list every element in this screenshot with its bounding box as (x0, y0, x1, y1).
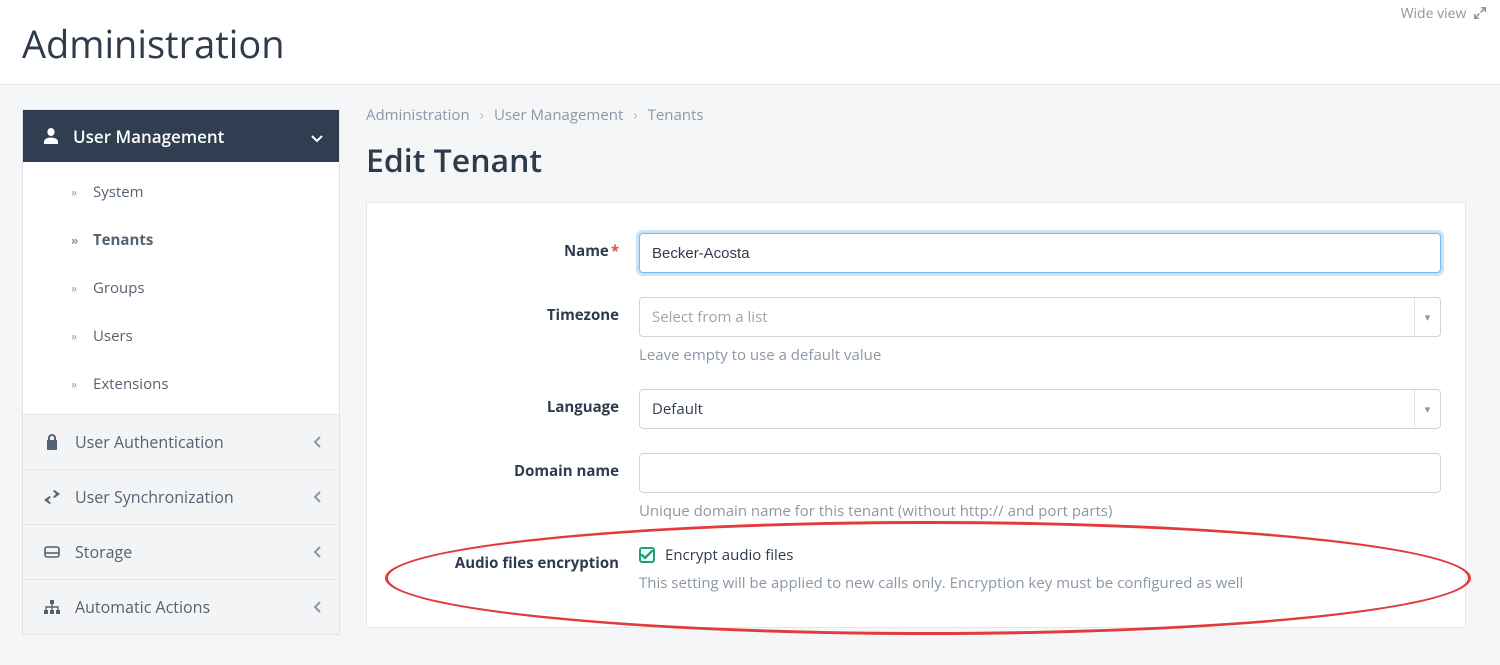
sidebar-section-storage[interactable]: Storage (23, 524, 339, 579)
required-marker: * (611, 241, 619, 261)
caret-down-icon: ▾ (1414, 298, 1440, 336)
raquo-icon: » (71, 376, 77, 393)
breadcrumb-sep: › (480, 105, 485, 125)
timezone-placeholder: Select from a list (652, 307, 768, 327)
breadcrumb: Administration › User Management › Tenan… (366, 105, 1466, 125)
label-domain: Domain name (391, 453, 639, 481)
wide-view-toggle[interactable]: Wide view (1401, 4, 1486, 23)
form-card: Name* Timezone Select from a list ▾ Leav… (366, 202, 1466, 628)
breadcrumb-tenants: Tenants (648, 105, 704, 125)
sidebar-section-user-management[interactable]: User Management (23, 110, 339, 162)
encryption-help: This setting will be applied to new call… (639, 573, 1441, 593)
breadcrumb-user-management[interactable]: User Management (494, 105, 623, 125)
sidebar-item-label: Extensions (93, 374, 168, 394)
sidebar-item-label: System (93, 182, 144, 202)
sidebar-section-label: User Authentication (75, 431, 224, 453)
raquo-icon: » (71, 280, 77, 297)
sidebar-item-label: Users (93, 326, 133, 346)
sidebar-item-system[interactable]: » System (23, 168, 339, 216)
name-input[interactable] (639, 233, 1441, 273)
breadcrumb-administration[interactable]: Administration (366, 105, 470, 125)
language-select[interactable]: Default ▾ (639, 389, 1441, 429)
page-title: Edit Tenant (366, 139, 1466, 182)
sidebar-section-user-synchronization[interactable]: User Synchronization (23, 469, 339, 524)
domain-input[interactable] (639, 453, 1441, 493)
chevron-left-icon (313, 541, 321, 563)
sidebar-header-label: User Management (73, 125, 224, 148)
sidebar-section-user-authentication[interactable]: User Authentication (23, 414, 339, 469)
chevron-down-icon (311, 125, 323, 148)
caret-down-icon: ▾ (1414, 390, 1440, 428)
sidebar-item-label: Groups (93, 278, 145, 298)
sidebar-item-groups[interactable]: » Groups (23, 264, 339, 312)
encrypt-audio-label: Encrypt audio files (665, 545, 793, 565)
label-encryption: Audio files encryption (391, 545, 639, 573)
chevron-left-icon (313, 596, 321, 618)
sidebar-section-label: User Synchronization (75, 486, 234, 508)
raquo-icon: » (71, 232, 78, 249)
label-timezone: Timezone (391, 297, 639, 325)
wide-view-label: Wide view (1401, 4, 1467, 23)
sidebar-item-extensions[interactable]: » Extensions (23, 360, 339, 408)
sidebar-section-label: Automatic Actions (75, 596, 210, 618)
page-title-top: Administration (0, 0, 1500, 70)
language-value: Default (652, 399, 703, 419)
encrypt-audio-checkbox[interactable]: Encrypt audio files (639, 545, 1441, 565)
sitemap-icon (41, 600, 63, 614)
user-icon (41, 128, 61, 144)
label-language: Language (391, 389, 639, 417)
lock-icon (41, 434, 63, 450)
expand-icon (1474, 7, 1486, 19)
sidebar-section-automatic-actions[interactable]: Automatic Actions (23, 579, 339, 634)
storage-icon (41, 546, 63, 558)
sync-icon (41, 490, 63, 504)
sidebar-item-label: Tenants (93, 230, 153, 250)
sidebar-section-label: Storage (75, 541, 132, 563)
sidebar: User Management » System » Tenants » Groups… (22, 109, 340, 635)
sidebar-item-tenants[interactable]: » Tenants (23, 216, 339, 264)
domain-help: Unique domain name for this tenant (with… (639, 501, 1441, 521)
breadcrumb-sep: › (633, 105, 638, 125)
chevron-left-icon (313, 486, 321, 508)
label-name: Name* (391, 233, 639, 261)
raquo-icon: » (71, 328, 77, 345)
chevron-left-icon (313, 431, 321, 453)
sidebar-item-users[interactable]: » Users (23, 312, 339, 360)
timezone-help: Leave empty to use a default value (639, 345, 1441, 365)
raquo-icon: » (71, 184, 77, 201)
checkbox-checked-icon (639, 547, 655, 563)
timezone-select[interactable]: Select from a list ▾ (639, 297, 1441, 337)
